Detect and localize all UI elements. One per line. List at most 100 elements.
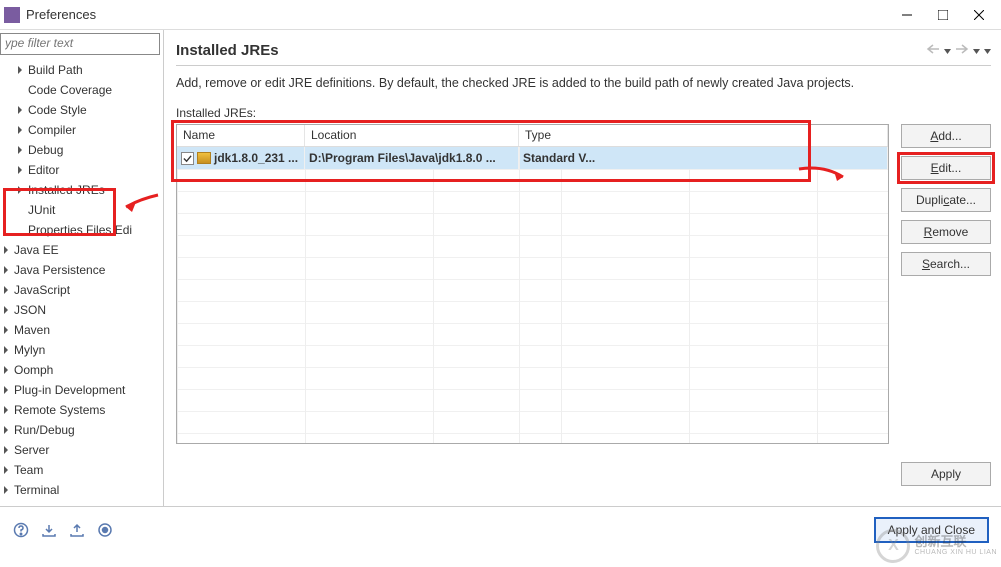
content-header: Installed JREs xyxy=(176,36,991,66)
preferences-tree[interactable]: Build Path Code Coverage Code Style Compile… xyxy=(0,58,163,506)
back-icon[interactable] xyxy=(926,43,940,58)
content-pane: Installed JREs Add, remove or edit JRE d… xyxy=(164,30,1001,506)
page-description: Add, remove or edit JRE definitions. By … xyxy=(176,76,991,90)
minimize-button[interactable] xyxy=(889,1,925,29)
help-icon[interactable] xyxy=(12,521,30,539)
import-icon[interactable] xyxy=(40,521,58,539)
tree-item-label: Compiler xyxy=(26,123,76,137)
tree-item-label: Terminal xyxy=(12,483,59,497)
apply-and-close-button[interactable]: Apply and Close xyxy=(874,517,989,543)
tree-arrow-icon[interactable] xyxy=(0,264,12,276)
close-button[interactable] xyxy=(961,1,997,29)
tree-item[interactable]: Team xyxy=(0,460,163,480)
forward-dropdown-icon[interactable] xyxy=(973,44,980,58)
record-icon[interactable] xyxy=(96,521,114,539)
add-button[interactable]: Add... xyxy=(901,124,991,148)
filter-input[interactable] xyxy=(5,36,155,50)
jre-folder-icon xyxy=(197,152,211,164)
tree-item-label: Oomph xyxy=(12,363,53,377)
tree-item-label: Java EE xyxy=(12,243,59,257)
tree-item[interactable]: Java Persistence xyxy=(0,260,163,280)
window-title: Preferences xyxy=(26,7,889,22)
tree-arrow-icon[interactable] xyxy=(14,124,26,136)
tree-item-label: Mylyn xyxy=(12,343,45,357)
tree-item-label: Code Style xyxy=(26,103,87,117)
col-location[interactable]: Location xyxy=(305,125,519,146)
tree-item[interactable]: Debug xyxy=(0,140,163,160)
tree-item[interactable]: Compiler xyxy=(0,120,163,140)
tree-item-label: JavaScript xyxy=(12,283,70,297)
table-row[interactable]: jdk1.8.0_231 ... D:\Program Files\Java\j… xyxy=(177,147,888,169)
tree-item-label: Run/Debug xyxy=(12,423,75,437)
tree-item-label: Editor xyxy=(26,163,59,177)
tree-item-label: Properties Files Edi xyxy=(26,223,132,237)
tree-item[interactable]: Properties Files Edi xyxy=(0,220,163,240)
tree-item[interactable]: JSON xyxy=(0,300,163,320)
tree-item-label: Maven xyxy=(12,323,50,337)
col-name[interactable]: Name xyxy=(177,125,305,146)
tree-arrow-icon[interactable] xyxy=(0,484,12,496)
tree-item-label: JSON xyxy=(12,303,46,317)
page-title: Installed JREs xyxy=(176,42,926,59)
maximize-button[interactable] xyxy=(925,1,961,29)
tree-item[interactable]: Java EE xyxy=(0,240,163,260)
cell-location: D:\Program Files\Java\jdk1.8.0 ... xyxy=(309,151,496,165)
tree-item-label: Remote Systems xyxy=(12,403,105,417)
apply-button[interactable]: Apply xyxy=(901,462,991,486)
tree-arrow-icon[interactable] xyxy=(0,464,12,476)
back-dropdown-icon[interactable] xyxy=(944,44,951,58)
tree-item[interactable]: Code Coverage xyxy=(0,80,163,100)
tree-arrow-icon[interactable] xyxy=(0,364,12,376)
table-grid xyxy=(519,147,520,443)
remove-button[interactable]: Remove xyxy=(901,220,991,244)
tree-item[interactable]: Code Style xyxy=(0,100,163,120)
search-button[interactable]: Search... xyxy=(901,252,991,276)
tree-item[interactable]: Oomph xyxy=(0,360,163,380)
export-icon[interactable] xyxy=(68,521,86,539)
tree-item[interactable]: JavaScript xyxy=(0,280,163,300)
tree-arrow-icon[interactable] xyxy=(14,184,26,196)
duplicate-button[interactable]: Duplicate... xyxy=(901,188,991,212)
tree-item[interactable]: Installed JREs xyxy=(0,180,163,200)
tree-item-label: Java Persistence xyxy=(12,263,105,277)
nav-arrows xyxy=(926,43,991,58)
tree-item[interactable]: Plug-in Development xyxy=(0,380,163,400)
tree-item-label: JUnit xyxy=(26,203,55,217)
edit-button[interactable]: Edit... xyxy=(901,156,991,180)
tree-item[interactable]: Editor xyxy=(0,160,163,180)
table-grid xyxy=(177,169,888,443)
tree-arrow-icon[interactable] xyxy=(14,64,26,76)
jre-checkbox[interactable] xyxy=(181,152,194,165)
tree-item-label: Build Path xyxy=(26,63,83,77)
tree-item[interactable]: Remote Systems xyxy=(0,400,163,420)
cell-type: Standard V... xyxy=(523,151,595,165)
tree-item-label: Server xyxy=(12,443,49,457)
jre-table[interactable]: Name Location Type jdk1.8.0_231 ... D:\P… xyxy=(176,124,889,444)
cell-name: jdk1.8.0_231 ... xyxy=(214,151,298,165)
tree-item[interactable]: Build Path xyxy=(0,60,163,80)
table-header: Name Location Type xyxy=(177,125,888,147)
tree-arrow-icon[interactable] xyxy=(0,284,12,296)
tree-item[interactable]: Server xyxy=(0,440,163,460)
tree-arrow-icon[interactable] xyxy=(0,244,12,256)
forward-icon[interactable] xyxy=(955,43,969,58)
tree-arrow-icon[interactable] xyxy=(0,304,12,316)
tree-item[interactable]: Mylyn xyxy=(0,340,163,360)
tree-arrow-icon[interactable] xyxy=(14,144,26,156)
tree-arrow-icon[interactable] xyxy=(0,424,12,436)
menu-dropdown-icon[interactable] xyxy=(984,44,991,58)
tree-arrow-icon[interactable] xyxy=(14,104,26,116)
tree-arrow-icon[interactable] xyxy=(0,344,12,356)
tree-arrow-icon[interactable] xyxy=(0,384,12,396)
tree-item[interactable]: Run/Debug xyxy=(0,420,163,440)
filter-box[interactable] xyxy=(0,33,160,55)
tree-arrow-icon[interactable] xyxy=(0,444,12,456)
col-type[interactable]: Type xyxy=(519,125,888,146)
titlebar: Preferences xyxy=(0,0,1001,30)
tree-item[interactable]: Terminal xyxy=(0,480,163,500)
tree-arrow-icon[interactable] xyxy=(14,164,26,176)
tree-item[interactable]: JUnit xyxy=(0,200,163,220)
tree-arrow-icon[interactable] xyxy=(0,324,12,336)
tree-item[interactable]: Maven xyxy=(0,320,163,340)
tree-arrow-icon[interactable] xyxy=(0,404,12,416)
